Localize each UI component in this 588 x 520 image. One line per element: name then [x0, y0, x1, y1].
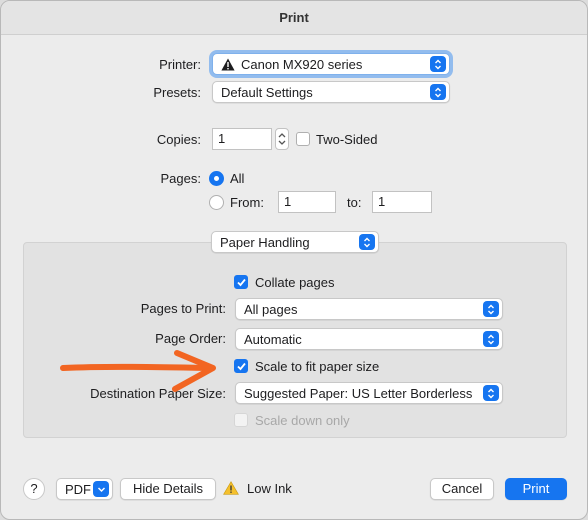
low-ink-warning-icon — [223, 481, 239, 495]
pages-from-label: From: — [230, 195, 264, 210]
section-popup[interactable]: Paper Handling — [211, 231, 379, 253]
scale-to-fit-label: Scale to fit paper size — [255, 359, 380, 374]
scale-to-fit-checkbox[interactable] — [234, 359, 248, 373]
chevron-updown-icon — [430, 84, 446, 100]
pages-from-radio[interactable] — [209, 195, 224, 210]
pages-to-print-popup[interactable]: All pages — [235, 298, 503, 320]
window-title: Print — [1, 1, 587, 35]
destination-paper-size-value: Suggested Paper: US Letter Borderless — [244, 385, 473, 401]
pdf-menu-button[interactable]: PDF — [56, 478, 113, 500]
printer-warning-icon — [221, 58, 235, 71]
pages-all-radio[interactable] — [209, 171, 224, 186]
pages-from-field[interactable]: 1 — [278, 191, 336, 213]
print-button[interactable]: Print — [505, 478, 567, 500]
cancel-button[interactable]: Cancel — [430, 478, 494, 500]
copies-label: Copies: — [156, 132, 201, 147]
collate-label: Collate pages — [255, 275, 335, 290]
page-order-label: Page Order: — [155, 331, 226, 346]
presets-popup[interactable]: Default Settings — [212, 81, 450, 103]
hide-details-button[interactable]: Hide Details — [120, 478, 216, 500]
chevron-updown-icon — [430, 56, 446, 72]
collate-checkbox[interactable] — [234, 275, 248, 289]
chevron-updown-icon — [483, 331, 499, 347]
pages-to-print-value: All pages — [244, 301, 298, 317]
chevron-updown-icon — [483, 301, 499, 317]
page-order-value: Automatic — [244, 331, 302, 347]
help-button[interactable]: ? — [23, 478, 45, 500]
annotation-arrow-icon — [60, 350, 216, 392]
two-sided-checkbox[interactable] — [296, 132, 310, 146]
section-popup-value: Paper Handling — [220, 234, 310, 250]
pages-label: Pages: — [160, 171, 201, 186]
chevron-updown-icon — [359, 234, 375, 250]
scale-down-only-checkbox — [234, 413, 248, 427]
pages-to-field[interactable]: 1 — [372, 191, 432, 213]
copies-field[interactable]: 1 — [212, 128, 272, 150]
pages-all-label: All — [230, 171, 245, 186]
printer-label: Printer: — [159, 57, 201, 72]
pages-to-label: to: — [347, 195, 362, 210]
copies-stepper[interactable] — [275, 128, 289, 150]
scale-down-only-label: Scale down only — [255, 413, 350, 428]
pages-to-print-label: Pages to Print: — [140, 301, 226, 316]
chevron-down-icon — [93, 481, 109, 497]
pdf-label: PDF — [65, 481, 91, 497]
presets-label: Presets: — [153, 85, 201, 100]
printer-popup[interactable]: Canon MX920 series — [212, 53, 450, 75]
print-dialog: Print Printer: Canon MX920 series Preset… — [0, 0, 588, 520]
printer-value: Canon MX920 series — [241, 56, 363, 72]
presets-value: Default Settings — [221, 84, 313, 100]
chevron-updown-icon — [483, 385, 499, 401]
page-order-popup[interactable]: Automatic — [235, 328, 503, 350]
two-sided-label: Two-Sided — [316, 132, 378, 147]
low-ink-label: Low Ink — [247, 481, 292, 496]
destination-paper-size-popup[interactable]: Suggested Paper: US Letter Borderless — [235, 382, 503, 404]
